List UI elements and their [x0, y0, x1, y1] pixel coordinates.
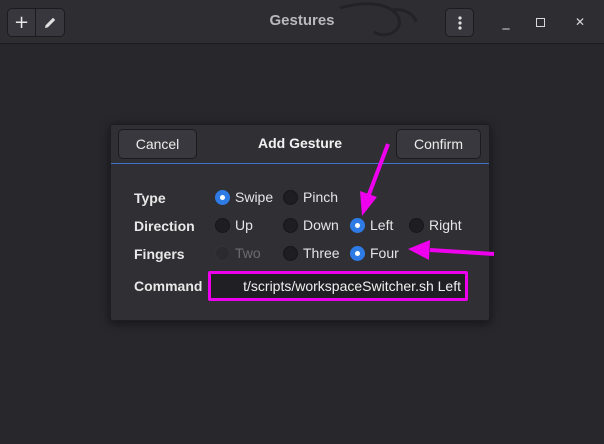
radio-two: Two [215, 245, 261, 261]
type-label: Type [134, 190, 166, 206]
radio-three[interactable]: Three [283, 245, 340, 261]
radio-label: Two [235, 245, 261, 261]
radio-right[interactable]: Right [409, 217, 462, 233]
headerbar: + Gestures _ ✕ [0, 0, 604, 44]
add-gesture-dialog: Cancel Add Gesture Confirm Type Swipe Pi… [110, 124, 490, 321]
command-label: Command [134, 278, 203, 294]
maximize-button[interactable] [531, 13, 549, 31]
dialog-header: Cancel Add Gesture Confirm [111, 125, 489, 164]
radio-indicator [409, 217, 424, 233]
menu-button[interactable] [445, 8, 474, 37]
direction-label: Direction [134, 218, 195, 234]
confirm-button[interactable]: Confirm [396, 129, 481, 159]
radio-left[interactable]: Left [350, 217, 393, 233]
radio-label: Pinch [303, 189, 339, 205]
radio-indicator [215, 217, 230, 233]
radio-swipe[interactable]: Swipe [215, 189, 273, 205]
radio-down[interactable]: Down [283, 217, 339, 233]
minimize-button[interactable]: _ [497, 13, 515, 31]
radio-label: Up [235, 217, 253, 233]
kebab-menu-icon [457, 15, 462, 30]
gestures-window: + Gestures _ ✕ Cancel Add Gesture Confir… [0, 0, 604, 444]
radio-label: Down [303, 217, 339, 233]
command-input[interactable] [211, 274, 465, 298]
close-button[interactable]: ✕ [571, 13, 589, 31]
fingers-label: Fingers [134, 246, 185, 262]
maximize-icon [535, 17, 545, 27]
radio-label: Three [303, 245, 340, 261]
radio-pinch[interactable]: Pinch [283, 189, 338, 205]
radio-indicator [215, 245, 230, 261]
direction-row: Direction Up Down Left Right [111, 215, 489, 237]
minimize-icon: _ [502, 14, 510, 30]
radio-indicator [215, 189, 230, 205]
radio-indicator [283, 217, 298, 233]
close-icon: ✕ [574, 15, 586, 29]
radio-label: Left [370, 217, 394, 233]
fingers-row: Fingers Two Three Four [111, 243, 489, 265]
radio-up[interactable]: Up [215, 217, 253, 233]
radio-indicator [283, 245, 298, 261]
radio-four[interactable]: Four [350, 245, 399, 261]
command-field-highlight [208, 271, 468, 301]
radio-label: Swipe [235, 189, 274, 205]
type-row: Type Swipe Pinch [111, 187, 489, 209]
radio-indicator [283, 189, 298, 205]
radio-indicator [350, 245, 365, 261]
radio-label: Right [429, 217, 462, 233]
radio-label: Four [370, 245, 399, 261]
radio-indicator [350, 217, 365, 233]
